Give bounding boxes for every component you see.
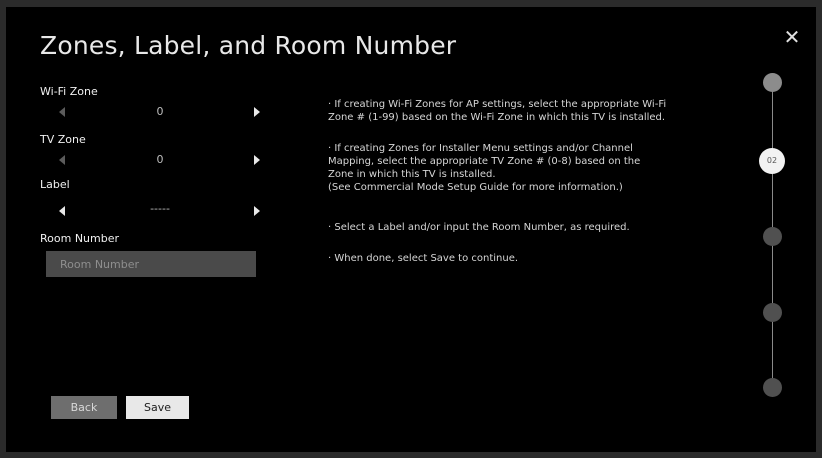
tv-zone-prev-button[interactable] [56, 152, 70, 168]
tv-zone-label: TV Zone [40, 133, 86, 146]
step-5-dot [763, 378, 782, 397]
instruction-label: · Select a Label and/or input the Room N… [328, 222, 630, 233]
wifi-zone-value: 0 [156, 105, 164, 118]
instruction-tv-zone: · If creating Zones for Installer Menu s… [328, 143, 641, 193]
back-button[interactable]: Back [51, 396, 117, 419]
close-button[interactable]: ✕ [782, 27, 802, 47]
triangle-right-icon [254, 206, 260, 216]
close-icon: ✕ [783, 25, 801, 49]
triangle-left-icon [59, 155, 65, 165]
step-3-dot [763, 227, 782, 246]
tv-zone-next-button[interactable] [250, 152, 264, 168]
label-next-button[interactable] [250, 203, 264, 219]
label-field-label: Label [40, 178, 70, 191]
step-2-dot-active: 02 [759, 148, 785, 174]
triangle-right-icon [254, 155, 260, 165]
instruction-save: · When done, select Save to continue. [328, 253, 519, 264]
wifi-zone-selector[interactable]: 0 [56, 104, 266, 120]
tv-zone-selector[interactable]: 0 [56, 152, 266, 168]
triangle-right-icon [254, 107, 260, 117]
wifi-zone-label: Wi-Fi Zone [40, 85, 98, 98]
step-1-dot [763, 73, 782, 92]
label-value: ----- [150, 202, 170, 215]
room-number-input[interactable] [46, 251, 256, 277]
label-selector[interactable]: ----- [56, 202, 266, 219]
step-4-dot [763, 303, 782, 322]
label-prev-button[interactable] [56, 203, 70, 219]
triangle-left-icon [59, 206, 65, 216]
wifi-zone-prev-button[interactable] [56, 104, 70, 120]
room-number-label: Room Number [40, 232, 120, 245]
instruction-wifi-zone: · If creating Wi-Fi Zones for AP setting… [328, 99, 667, 123]
wifi-zone-next-button[interactable] [250, 104, 264, 120]
triangle-left-icon [59, 107, 65, 117]
page-title: Zones, Label, and Room Number [40, 31, 457, 60]
tv-zone-value: 0 [156, 153, 164, 166]
setup-panel: Zones, Label, and Room Number ✕ Wi-Fi Zo… [6, 7, 816, 452]
save-button[interactable]: Save [126, 396, 189, 419]
